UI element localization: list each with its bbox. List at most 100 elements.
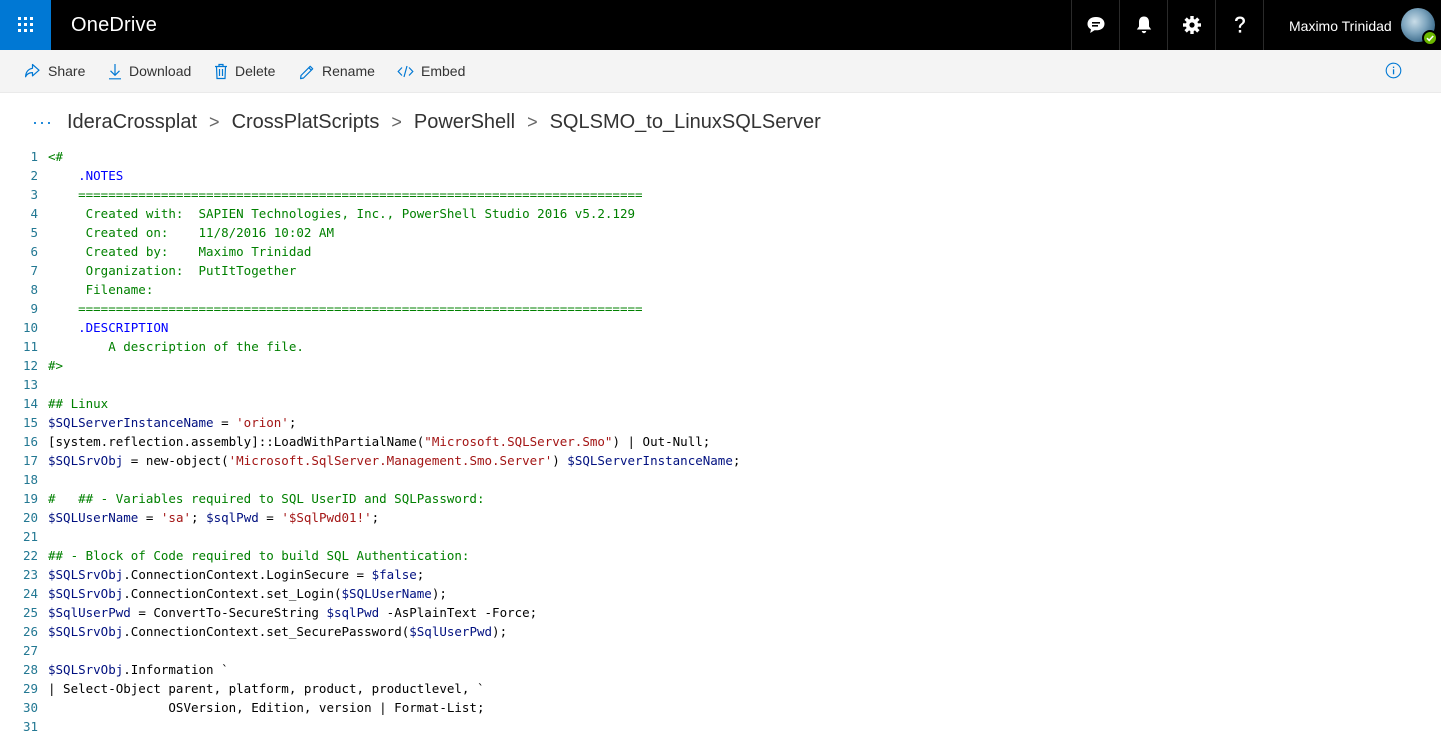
code-line: 20 $SQLUserName = 'sa'; $sqlPwd = '$SqlPw… <box>0 508 1441 527</box>
code-line: 24 $SQLSrvObj.ConnectionContext.set_Login… <box>0 584 1441 603</box>
code-text: $SQLSrvObj.Information ` <box>48 662 229 677</box>
notifications-button[interactable] <box>1119 0 1168 50</box>
code-line: 10 .DESCRIPTION <box>0 318 1441 337</box>
help-icon <box>1235 16 1245 33</box>
feedback-icon <box>1087 17 1105 33</box>
settings-button[interactable] <box>1167 0 1216 50</box>
code-line: 23 $SQLSrvObj.ConnectionContext.LoginSecu… <box>0 565 1441 584</box>
line-number: 14 <box>22 396 38 411</box>
code-line: 19 # ## - Variables required to SQL UserI… <box>0 489 1441 508</box>
download-icon <box>109 63 121 79</box>
code-line: 26 $SQLSrvObj.ConnectionContext.set_Secur… <box>0 622 1441 641</box>
breadcrumb-current-file: SQLSMO_to_LinuxSQLServer <box>549 110 821 133</box>
app-title[interactable]: OneDrive <box>71 13 157 37</box>
breadcrumb-separator: > <box>391 111 402 132</box>
breadcrumb-separator: > <box>209 111 220 132</box>
code-line: 18 <box>0 470 1441 489</box>
code-text: ## Linux <box>48 396 109 411</box>
delete-button[interactable]: Delete <box>214 50 275 92</box>
line-number: 9 <box>30 301 38 316</box>
code-text: $SQLSrvObj.ConnectionContext.set_SecureP… <box>48 624 508 639</box>
share-button[interactable]: Share <box>24 50 85 92</box>
share-icon <box>25 63 40 77</box>
code-line: 6 Created by: Maximo Trinidad <box>0 242 1441 261</box>
trash-icon <box>215 63 227 79</box>
code-text: <# <box>48 149 64 164</box>
line-number: 21 <box>22 529 38 544</box>
code-text: Created by: Maximo Trinidad <box>48 244 312 259</box>
download-label: Download <box>129 63 192 79</box>
code-line: 8 Filename: <box>0 280 1441 299</box>
top-bar: OneDrive Maximo Trinidad <box>0 0 1441 50</box>
code-line: 21 <box>0 527 1441 546</box>
code-text: $SQLSrvObj.ConnectionContext.LoginSecure… <box>48 567 425 582</box>
breadcrumb-overflow-button[interactable]: ··· <box>32 112 53 133</box>
code-text: .NOTES <box>48 168 124 183</box>
embed-label: Embed <box>421 63 466 79</box>
account-menu[interactable]: Maximo Trinidad <box>1263 0 1441 50</box>
code-line: 30 OSVersion, Edition, version | Format-… <box>0 698 1441 717</box>
code-text: .DESCRIPTION <box>48 320 169 335</box>
breadcrumb-item-powershell[interactable]: PowerShell <box>414 111 515 134</box>
code-text: #> <box>48 358 64 373</box>
code-text: Filename: <box>48 282 154 297</box>
line-number: 25 <box>22 605 38 620</box>
code-text: $SQLSrvObj.ConnectionContext.set_Login($… <box>48 586 447 601</box>
line-number: 27 <box>22 643 38 658</box>
line-number: 7 <box>30 263 38 278</box>
line-number: 20 <box>22 510 38 525</box>
code-text: $SQLUserName = 'sa'; $sqlPwd = '$SqlPwd0… <box>48 510 380 525</box>
feedback-button[interactable] <box>1071 0 1120 50</box>
line-number: 5 <box>30 225 38 240</box>
line-number: 15 <box>22 415 38 430</box>
help-button[interactable] <box>1215 0 1264 50</box>
line-number: 1 <box>30 149 38 164</box>
gear-icon <box>1183 16 1201 34</box>
download-button[interactable]: Download <box>108 50 191 92</box>
code-text: [system.reflection.assembly]::LoadWithPa… <box>48 434 711 449</box>
breadcrumb-separator: > <box>527 111 538 132</box>
code-line: 25 $SqlUserPwd = ConvertTo-SecureString $… <box>0 603 1441 622</box>
pencil-icon <box>300 65 314 79</box>
line-number: 22 <box>22 548 38 563</box>
code-text: Created with: SAPIEN Technologies, Inc.,… <box>48 206 635 221</box>
line-number: 29 <box>22 681 38 696</box>
delete-label: Delete <box>235 63 276 79</box>
line-number: 24 <box>22 586 38 601</box>
code-text: $SQLServerInstanceName = 'orion'; <box>48 415 297 430</box>
code-line: 12 #> <box>0 356 1441 375</box>
code-line: 15 $SQLServerInstanceName = 'orion'; <box>0 413 1441 432</box>
line-number: 12 <box>22 358 38 373</box>
line-number: 8 <box>30 282 38 297</box>
code-text: # ## - Variables required to SQL UserID … <box>48 491 485 506</box>
line-number: 2 <box>30 168 38 183</box>
code-text: | Select-Object parent, platform, produc… <box>48 681 485 696</box>
breadcrumb-item-crossplatscripts[interactable]: CrossPlatScripts <box>232 111 380 134</box>
code-icon <box>397 65 414 77</box>
embed-button[interactable]: Embed <box>397 50 465 92</box>
line-number: 30 <box>22 700 38 715</box>
app-launcher-button[interactable] <box>0 0 51 50</box>
code-line: 4 Created with: SAPIEN Technologies, Inc… <box>0 204 1441 223</box>
line-number: 28 <box>22 662 38 677</box>
line-number: 4 <box>30 206 38 221</box>
presence-status-icon <box>1422 30 1438 46</box>
code-text: ========================================… <box>48 187 643 202</box>
code-line: 3 ======================================… <box>0 185 1441 204</box>
line-number: 16 <box>22 434 38 449</box>
code-line: 29 | Select-Object parent, platform, prod… <box>0 679 1441 698</box>
code-text: $SQLSrvObj = new-object('Microsoft.SqlSe… <box>48 453 741 468</box>
breadcrumb-item-ideracrossplat[interactable]: IderaCrossplat <box>67 111 197 134</box>
code-text: OSVersion, Edition, version | Format-Lis… <box>48 700 485 715</box>
rename-button[interactable]: Rename <box>299 50 375 92</box>
line-number: 11 <box>22 339 38 354</box>
breadcrumb: ··· IderaCrossplat > CrossPlatScripts > … <box>32 108 833 136</box>
code-text: ## - Block of Code required to build SQL… <box>48 548 470 563</box>
line-number: 6 <box>30 244 38 259</box>
code-viewer[interactable]: 1 <# 2 .NOTES 3 ===========================… <box>0 147 1441 736</box>
code-line: 31 <box>0 717 1441 736</box>
code-line: 7 Organization: PutItTogether <box>0 261 1441 280</box>
code-line: 17 $SQLSrvObj = new-object('Microsoft.Sql… <box>0 451 1441 470</box>
info-icon[interactable] <box>1385 62 1402 79</box>
code-line: 11 A description of the file. <box>0 337 1441 356</box>
